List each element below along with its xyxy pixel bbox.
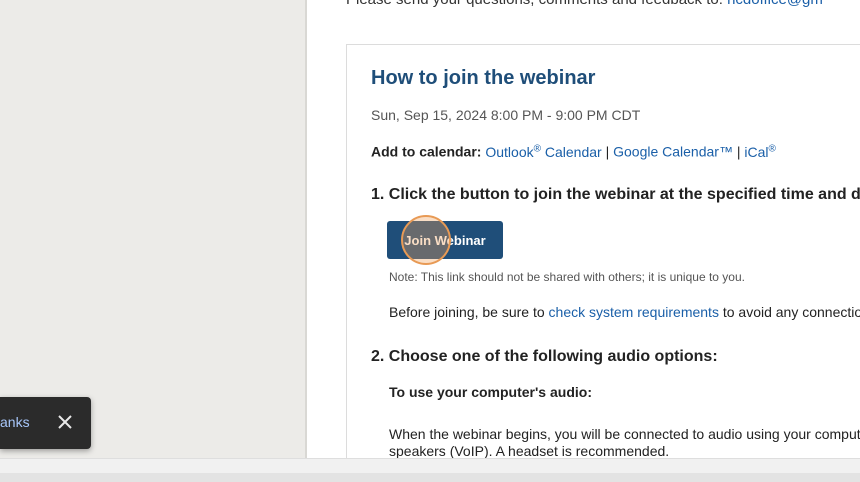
toast-text: anks bbox=[0, 414, 30, 430]
computer-audio-heading: To use your computer's audio: bbox=[389, 384, 592, 400]
registered-mark: ® bbox=[533, 143, 541, 154]
step-1-heading: 1. Click the button to join the webinar … bbox=[371, 186, 860, 203]
feedback-text: Please send your questions, comments and… bbox=[346, 0, 723, 8]
outlook-link-text: Outlook bbox=[485, 143, 534, 160]
outlook-calendar-link[interactable]: Outlook® Calendar bbox=[485, 143, 602, 160]
calendar-separator-2: | bbox=[736, 143, 741, 160]
add-to-calendar-label: Add to calendar: bbox=[371, 143, 482, 160]
step-2-heading: 2. Choose one of the following audio opt… bbox=[371, 348, 718, 365]
webinar-card: How to join the webinar Sun, Sep 15, 202… bbox=[346, 44, 860, 458]
card-title: How to join the webinar bbox=[371, 67, 596, 89]
ical-link-text: iCal bbox=[744, 143, 769, 160]
check-system-requirements-link[interactable]: check system requirements bbox=[549, 304, 719, 320]
close-icon[interactable] bbox=[56, 413, 74, 431]
add-to-calendar-row: Add to calendar: Outlook® Calendar | Goo… bbox=[371, 143, 776, 160]
before-joining-line: Before joining, be sure to check system … bbox=[389, 304, 860, 320]
feedback-email-link[interactable]: ncdoffice@gm bbox=[727, 0, 823, 8]
unique-link-note: Note: This link should not be shared wit… bbox=[389, 270, 745, 284]
before-joining-suffix: to avoid any connectio bbox=[722, 304, 860, 320]
ical-registered-mark: ® bbox=[768, 143, 776, 154]
calendar-separator: | bbox=[605, 143, 610, 160]
click-indicator bbox=[401, 215, 451, 265]
ical-link[interactable]: iCal® bbox=[744, 143, 776, 160]
email-reading-pane: Please send your questions, comments and… bbox=[307, 0, 860, 458]
event-date: Sun, Sep 15, 2024 8:00 PM - 9:00 PM CDT bbox=[371, 107, 641, 123]
left-pane bbox=[0, 0, 305, 458]
feedback-line: Please send your questions, comments and… bbox=[346, 0, 823, 8]
bottom-scrollbar-area bbox=[0, 458, 860, 482]
snackbar-toast: anks bbox=[0, 397, 91, 449]
outlook-link-suffix: Calendar bbox=[540, 143, 602, 160]
webinar-begins-text: When the webinar begins, you will be con… bbox=[389, 426, 860, 458]
before-joining-prefix: Before joining, be sure to bbox=[389, 304, 545, 320]
google-calendar-link[interactable]: Google Calendar™ bbox=[613, 144, 733, 160]
